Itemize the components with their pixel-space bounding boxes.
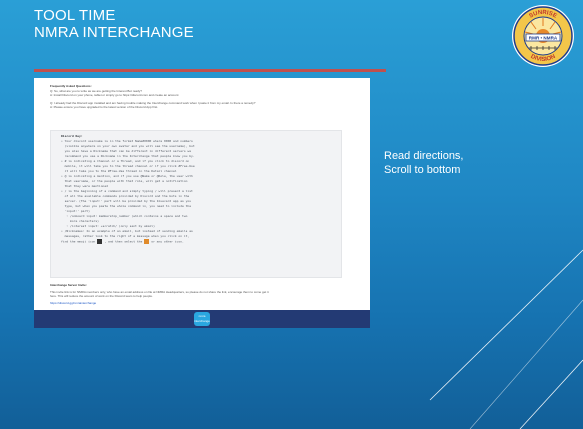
reaction-icon — [144, 239, 150, 244]
emoji-line-c: or any other icon. — [151, 239, 184, 244]
note-line-2: Scroll to bottom — [384, 164, 461, 176]
faq-section: Frequently Asked Questions: Q: So, what … — [50, 84, 356, 109]
invite-section: Interchange Server Invite: This invite l… — [50, 283, 356, 305]
emoji-line-a: find the emoji icon — [61, 239, 96, 244]
slide-title: TOOL TIME NMRA INTERCHANGE — [34, 7, 194, 41]
division-logo: RMR • NMRA SUNRISE DIVISION — [512, 5, 574, 67]
nmra-interchange-logo: nmra interchange — [194, 312, 210, 326]
invite-heading: Interchange Server Invite: — [50, 283, 87, 287]
discord-key-box: Discord Key: • Your discord username is … — [50, 130, 342, 278]
discord-key-lines: • Your discord username is in the format… — [61, 139, 333, 239]
slide-note: Read directions, Scroll to bottom — [384, 149, 464, 177]
note-line-1: Read directions, — [384, 150, 464, 162]
faq-heading: Frequently Asked Questions: — [50, 84, 92, 88]
discord-emoji-line: find the emoji icon , and then select the… — [61, 239, 333, 245]
logo-center-text: RMR • NMRA — [529, 36, 558, 41]
emoji-icon — [97, 239, 103, 244]
invite-link[interactable]: https://discord.gg/nmrainterchange — [50, 301, 356, 305]
page-footer: nmra interchange — [34, 310, 370, 328]
faq-line: A: Please ensure you have upgraded to th… — [50, 105, 159, 109]
slide-title-line-2: NMRA INTERCHANGE — [34, 24, 194, 41]
emoji-line-b: , and then select the — [104, 239, 143, 244]
title-underline — [34, 69, 386, 72]
embedded-page-screenshot: Frequently Asked Questions: Q: So, what … — [34, 78, 370, 328]
slide-title-line-1: TOOL TIME — [34, 7, 116, 24]
slide: TOOL TIME NMRA INTERCHANGE RMR • NMRA SU… — [0, 0, 583, 429]
